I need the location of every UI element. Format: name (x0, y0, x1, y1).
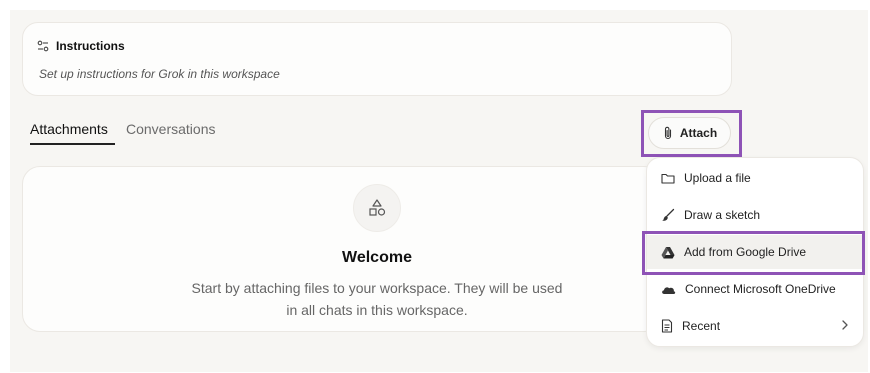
folder-icon (661, 172, 675, 185)
paperclip-icon (662, 126, 674, 140)
tab-attachments[interactable]: Attachments (30, 121, 108, 137)
menu-item-label: Upload a file (684, 171, 751, 185)
chevron-right-icon (841, 319, 849, 331)
welcome-description: Start by attaching files to your workspa… (22, 277, 732, 321)
active-tab-indicator (30, 143, 115, 145)
menu-item-upload-file[interactable]: Upload a file (647, 161, 863, 195)
menu-item-draw-sketch[interactable]: Draw a sketch (647, 198, 863, 232)
instructions-title: Instructions (56, 39, 125, 53)
welcome-title: Welcome (342, 249, 412, 266)
instructions-header: Instructions (37, 39, 125, 53)
menu-item-google-drive[interactable]: Add from Google Drive (647, 235, 863, 269)
menu-item-recent[interactable]: Recent (647, 309, 863, 343)
attach-button-label: Attach (679, 126, 718, 140)
menu-item-label: Draw a sketch (684, 208, 761, 222)
welcome-description-line-1: Start by attaching files to your workspa… (191, 280, 563, 296)
sliders-icon (37, 40, 49, 52)
instructions-subtitle: Set up instructions for Grok in this wor… (39, 67, 280, 81)
instructions-card[interactable]: Instructions Set up instructions for Gro… (22, 22, 732, 96)
shapes-icon (353, 184, 401, 232)
welcome-description-line-2: in all chats in this workspace. (286, 302, 468, 318)
document-icon (661, 319, 673, 333)
menu-item-label: Recent (682, 319, 721, 333)
menu-item-label: Add from Google Drive (684, 245, 807, 259)
brush-icon (661, 208, 675, 222)
google-drive-icon (661, 246, 675, 259)
attach-button[interactable]: Attach (648, 117, 731, 149)
menu-item-label: Connect Microsoft OneDrive (685, 282, 836, 296)
onedrive-icon (661, 284, 676, 295)
menu-item-onedrive[interactable]: Connect Microsoft OneDrive (647, 272, 863, 306)
tab-conversations[interactable]: Conversations (126, 121, 216, 137)
